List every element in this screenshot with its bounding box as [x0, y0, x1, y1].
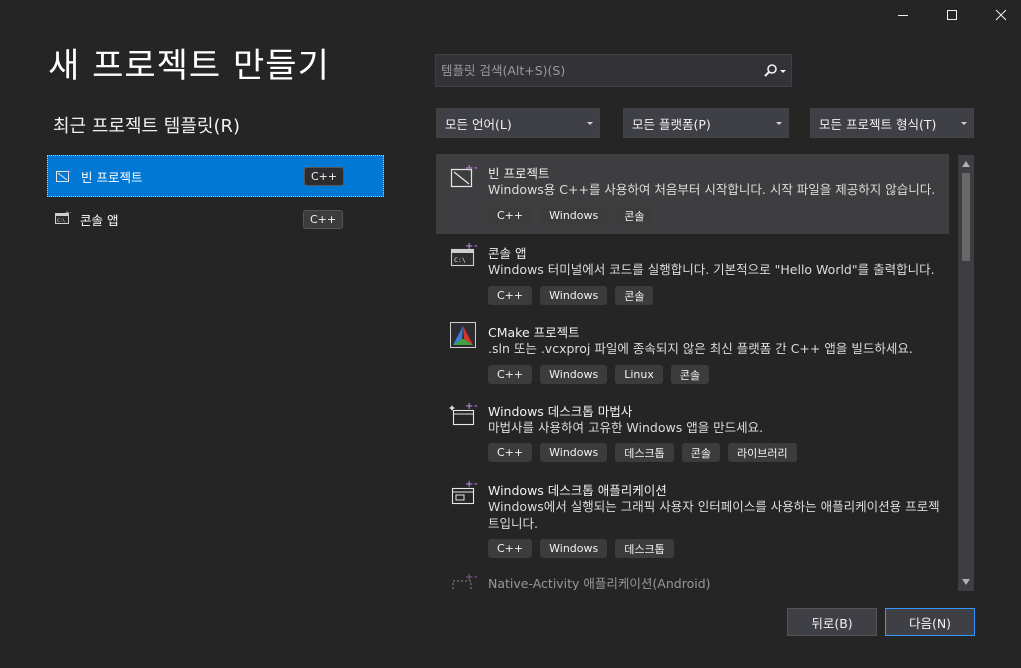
- recent-item-label: 빈 프로젝트: [81, 169, 143, 185]
- svg-text:++: ++: [465, 572, 477, 583]
- chevron-down-icon: [961, 122, 967, 125]
- template-item-empty-project[interactable]: ++ 빈 프로젝트 Windows용 C++를 사용하여 처음부터 시작합니다.…: [436, 154, 949, 234]
- tag: Windows: [540, 539, 608, 558]
- tag-list: C++ Windows Linux 콘솔: [488, 365, 710, 384]
- console-app-icon: C:\ ++: [450, 241, 477, 267]
- scroll-thumb[interactable]: [962, 173, 970, 261]
- svg-text:++: ++: [465, 401, 477, 412]
- dropdown-label: 모든 언어(L): [445, 116, 512, 132]
- tag: Windows: [540, 443, 608, 462]
- template-name: Windows 데스크톱 애플리케이션: [488, 483, 667, 498]
- svg-text:++: ++: [465, 479, 477, 490]
- recent-templates-heading: 최근 프로젝트 템플릿(R): [53, 116, 241, 137]
- tag: C++: [488, 539, 533, 558]
- svg-text:++: ++: [465, 163, 477, 174]
- search-icon[interactable]: [763, 63, 787, 79]
- back-button[interactable]: 뒤로(B): [787, 608, 877, 636]
- template-item-desktop-application[interactable]: ++ Windows 데스크톱 애플리케이션 Windows에서 실행되는 그래…: [436, 471, 949, 567]
- empty-project-icon: ++: [450, 163, 477, 188]
- desktop-wizard-icon: ++: [449, 401, 477, 426]
- tag-list: C++ Windows 콘솔: [488, 206, 654, 225]
- svg-text:++: ++: [66, 169, 72, 176]
- template-item-native-activity-android[interactable]: ++ Native-Activity 애플리케이션(Android): [436, 567, 949, 590]
- close-button[interactable]: [978, 0, 1021, 30]
- template-list-scrollbar[interactable]: [958, 155, 974, 591]
- template-description: .sln 또는 .vcxproj 파일에 종속되지 않은 최신 플랫폼 간 C+…: [488, 341, 913, 356]
- chevron-down-icon: [776, 122, 782, 125]
- svg-text:C:\: C:\: [57, 218, 65, 224]
- console-app-icon: C:\ ++: [55, 211, 71, 224]
- empty-project-icon: ++: [56, 169, 72, 182]
- tag: C++: [488, 286, 533, 305]
- recent-item-label: 콘솔 앱: [80, 212, 119, 228]
- template-search: [435, 54, 792, 87]
- tag: Windows: [540, 206, 608, 225]
- template-item-desktop-wizard[interactable]: ++ Windows 데스크톱 마법사 마법사를 사용하여 고유한 Window…: [436, 392, 949, 471]
- tag: C++: [488, 443, 533, 462]
- template-name: 콘솔 앱: [488, 246, 527, 261]
- svg-text:C:\: C:\: [454, 256, 466, 264]
- project-type-filter-dropdown[interactable]: 모든 프로젝트 형식(T): [810, 108, 974, 138]
- tag: 콘솔: [670, 365, 710, 384]
- template-name: 빈 프로젝트: [488, 166, 550, 181]
- language-filter-dropdown[interactable]: 모든 언어(L): [436, 108, 600, 138]
- minimize-icon: [898, 15, 908, 16]
- tag: C++: [488, 206, 533, 225]
- tag: 콘솔: [681, 443, 720, 462]
- template-description: Windows에서 실행되는 그래픽 사용자 인터페이스를 사용하는 애플리케이…: [488, 499, 940, 531]
- next-button[interactable]: 다음(N): [885, 608, 975, 636]
- template-name: CMake 프로젝트: [488, 325, 580, 340]
- recent-item-empty-project[interactable]: ++ 빈 프로젝트 C++: [47, 155, 384, 197]
- template-name: Native-Activity 애플리케이션(Android): [488, 576, 711, 590]
- page-title: 새 프로젝트 만들기: [48, 46, 330, 86]
- tag: Linux: [615, 365, 663, 384]
- android-native-icon: ++: [452, 572, 477, 590]
- template-item-cmake-project[interactable]: CMake 프로젝트 .sln 또는 .vcxproj 파일에 종속되지 않은 …: [436, 313, 949, 392]
- tag: Windows: [540, 286, 608, 305]
- template-description: 마법사를 사용하여 고유한 Windows 앱을 만드세요.: [488, 420, 764, 435]
- platform-filter-dropdown[interactable]: 모든 플랫폼(P): [623, 108, 789, 138]
- close-icon: [995, 9, 1007, 21]
- svg-text:++: ++: [65, 211, 71, 216]
- tag-list: C++ Windows 콘솔: [488, 286, 654, 305]
- svg-text:++: ++: [465, 241, 477, 252]
- maximize-button[interactable]: [929, 0, 975, 30]
- tag-list: C++ Windows 데스크톱 콘솔 라이브러리: [488, 443, 797, 462]
- scroll-up-icon[interactable]: [962, 161, 970, 167]
- language-tag: C++: [304, 166, 344, 186]
- maximize-icon: [947, 10, 957, 20]
- tag: C++: [488, 365, 533, 384]
- tag: 콘솔: [615, 286, 654, 305]
- minimize-button[interactable]: [880, 0, 926, 30]
- template-description: Windows 터미널에서 코드를 실행합니다. 기본적으로 "Hello Wo…: [488, 262, 935, 277]
- dropdown-label: 모든 플랫폼(P): [632, 116, 711, 132]
- scroll-down-icon[interactable]: [962, 579, 970, 585]
- tag: 콘솔: [615, 206, 654, 225]
- language-tag: C++: [303, 209, 343, 229]
- tag: Windows: [540, 365, 608, 384]
- tag: 데스크톱: [615, 539, 674, 558]
- template-name: Windows 데스크톱 마법사: [488, 404, 633, 419]
- search-input[interactable]: [436, 55, 761, 86]
- tag-list: C++ Windows 데스크톱: [488, 539, 674, 558]
- tag: 데스크톱: [615, 443, 674, 462]
- desktop-app-icon: ++: [451, 479, 477, 505]
- recent-item-console-app[interactable]: C:\ ++ 콘솔 앱 C++: [47, 198, 384, 240]
- cmake-icon: [450, 322, 476, 348]
- dropdown-label: 모든 프로젝트 형식(T): [819, 116, 937, 132]
- chevron-down-icon: [587, 122, 593, 125]
- tag: 라이브러리: [727, 443, 797, 462]
- template-list: ++ 빈 프로젝트 Windows용 C++를 사용하여 처음부터 시작합니다.…: [436, 154, 957, 590]
- template-description: Windows용 C++를 사용하여 처음부터 시작합니다. 시작 파일을 제공…: [488, 182, 936, 197]
- template-item-console-app[interactable]: C:\ ++ 콘솔 앱 Windows 터미널에서 코드를 실행합니다. 기본적…: [436, 234, 949, 313]
